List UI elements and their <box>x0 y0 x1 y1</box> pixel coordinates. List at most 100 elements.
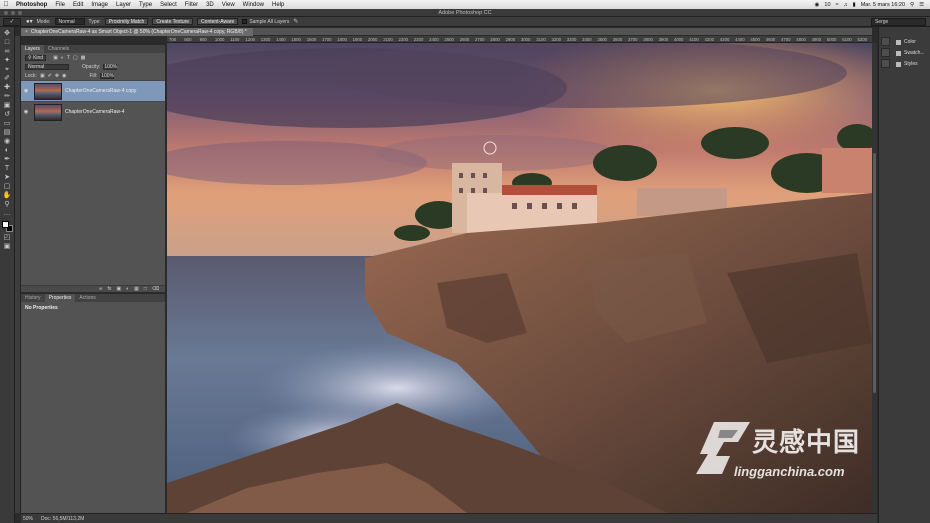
tool-preset-picker[interactable]: ✓ <box>3 18 21 26</box>
filter-type-icon[interactable]: T <box>67 55 70 61</box>
move-tool-icon[interactable]: ✥ <box>2 29 13 38</box>
creative-cloud-icon[interactable]: ◉ <box>815 2 820 8</box>
foreground-color[interactable] <box>1 221 9 228</box>
new-group-icon[interactable]: ▦ <box>134 286 139 292</box>
delete-layer-icon[interactable]: ⌫ <box>152 286 159 292</box>
dock-item-color[interactable]: Color <box>896 38 925 46</box>
tab-channels[interactable]: Channels <box>44 45 73 53</box>
content-aware-button[interactable]: Content-Aware <box>197 18 239 25</box>
brush-size-icon[interactable]: ●▾ <box>26 18 33 25</box>
minimize-window-icon[interactable] <box>11 11 15 15</box>
screen-mode-icon[interactable]: ▣ <box>2 242 13 251</box>
horizontal-ruler[interactable]: 700 800 900 1000 1100 1200 1300 1400 1500 1600 170… <box>167 36 872 43</box>
mode-select[interactable]: Normal <box>54 18 85 25</box>
filter-smart-object-icon[interactable]: ▩ <box>81 55 86 61</box>
blur-tool-icon[interactable]: ◉ <box>2 137 13 146</box>
sample-all-layers-checkbox[interactable]: Sample All Layers <box>242 19 289 25</box>
menu-window[interactable]: Window <box>239 2 268 8</box>
create-texture-button[interactable]: Create Texture <box>152 18 194 25</box>
layer-name[interactable]: ChapterOneCameraRaw-4 copy <box>65 88 136 94</box>
filter-pixel-icon[interactable]: ▣ <box>53 55 58 61</box>
lock-position-icon[interactable]: ✥ <box>55 73 59 79</box>
marquee-tool-icon[interactable]: □ <box>2 38 13 47</box>
zoom-window-icon[interactable] <box>18 11 22 15</box>
filter-shape-icon[interactable]: ▢ <box>73 55 78 61</box>
shape-tool-icon[interactable]: ▢ <box>2 182 13 191</box>
dock-item-styles[interactable]: Styles <box>896 60 925 68</box>
proximity-match-button[interactable]: Proximity Match <box>104 18 149 25</box>
menu-type[interactable]: Type <box>135 2 156 8</box>
navigator-panel-icon[interactable] <box>881 59 890 68</box>
new-layer-icon[interactable]: □ <box>144 286 147 292</box>
link-layers-icon[interactable]: ∞ <box>99 286 103 292</box>
workspace-select[interactable]: Serge <box>871 18 926 26</box>
menu-help[interactable]: Help <box>268 2 288 8</box>
menu-3d[interactable]: 3D <box>202 2 218 8</box>
healing-brush-tool-icon[interactable]: ✚ <box>2 83 13 92</box>
tab-layers[interactable]: Layers <box>21 45 45 53</box>
gradient-tool-icon[interactable]: ▤ <box>2 128 13 137</box>
opacity-field[interactable]: 100% <box>103 63 118 70</box>
eye-icon[interactable]: ◉ <box>21 88 31 94</box>
apple-icon[interactable]:  <box>0 1 12 8</box>
brush-tool-icon[interactable]: ✏ <box>2 92 13 101</box>
doc-info[interactable]: Doc: 56,5M/113,2M <box>41 516 84 522</box>
close-window-icon[interactable] <box>4 11 8 15</box>
eyedropper-tool-icon[interactable]: ✐ <box>2 74 13 83</box>
menu-filter[interactable]: Filter <box>181 2 202 8</box>
more-tools-icon[interactable]: … <box>2 209 13 218</box>
layer-name[interactable]: ChapterOneCameraRaw-4 <box>65 109 124 115</box>
tab-properties[interactable]: Properties <box>44 294 76 302</box>
lock-transparent-icon[interactable]: ▣ <box>40 73 45 79</box>
menu-edit[interactable]: Edit <box>69 2 87 8</box>
spotlight-icon[interactable]: ⚲ <box>910 2 914 8</box>
layer-style-icon[interactable]: fx <box>108 286 112 292</box>
menu-select[interactable]: Select <box>156 2 181 8</box>
menu-file[interactable]: File <box>51 2 69 8</box>
close-tab-icon[interactable]: × <box>25 29 28 35</box>
crop-tool-icon[interactable]: ⌖ <box>2 65 13 74</box>
menu-layer[interactable]: Layer <box>112 2 135 8</box>
clone-stamp-tool-icon[interactable]: ▣ <box>2 101 13 110</box>
clock-text[interactable]: Mar. 5 mars 16:20 <box>861 2 905 8</box>
zoom-tool-icon[interactable]: ⚲ <box>2 200 13 209</box>
hand-tool-icon[interactable]: ✋ <box>2 191 13 200</box>
path-selection-tool-icon[interactable]: ➤ <box>2 173 13 182</box>
menu-view[interactable]: View <box>218 2 239 8</box>
wifi-icon[interactable]: ≈ <box>836 2 839 8</box>
color-swatches[interactable] <box>1 221 13 233</box>
blend-mode-select[interactable]: Normal <box>25 63 69 70</box>
layer-row[interactable]: ◉ ChapterOneCameraRaw-4 <box>21 101 165 122</box>
tab-history[interactable]: History <box>21 294 45 302</box>
battery-icon[interactable]: ▮ <box>853 2 856 8</box>
volume-icon[interactable]: ♫ <box>844 2 848 8</box>
menu-photoshop[interactable]: Photoshop <box>12 2 51 8</box>
add-mask-icon[interactable]: ▣ <box>116 286 121 292</box>
vertical-scroll-thumb[interactable] <box>873 153 876 393</box>
lasso-tool-icon[interactable]: ∞ <box>2 47 13 56</box>
type-tool-icon[interactable]: T <box>2 164 13 173</box>
adjustment-layer-icon[interactable]: ◐ <box>126 286 129 292</box>
document-tab[interactable]: × ChapterOneCameraRaw-4 as Smart Object-1… <box>21 28 253 36</box>
pressure-icon[interactable]: ✎ <box>293 18 298 25</box>
history-panel-icon[interactable] <box>881 37 890 46</box>
lock-all-icon[interactable]: ◉ <box>62 73 66 79</box>
notification-icon[interactable]: ☰ <box>919 2 924 8</box>
eraser-tool-icon[interactable]: ▭ <box>2 119 13 128</box>
fill-field[interactable]: 100% <box>100 72 115 79</box>
quick-mask-icon[interactable]: ◰ <box>2 233 13 242</box>
eye-icon[interactable]: ◉ <box>21 109 31 115</box>
dock-item-swatches[interactable]: Swatch... <box>896 49 925 57</box>
lock-pixels-icon[interactable]: ✐ <box>48 73 52 79</box>
menu-image[interactable]: Image <box>87 2 112 8</box>
filter-kind-select[interactable]: ⚲ Kind <box>25 54 47 61</box>
history-brush-tool-icon[interactable]: ↺ <box>2 110 13 119</box>
quick-selection-tool-icon[interactable]: ✦ <box>2 56 13 65</box>
pen-tool-icon[interactable]: ✒ <box>2 155 13 164</box>
zoom-level[interactable]: 50% <box>23 516 33 522</box>
tab-actions[interactable]: Actions <box>75 294 99 302</box>
layer-row[interactable]: ◉ ChapterOneCameraRaw-4 copy <box>21 80 165 101</box>
filter-adjustment-icon[interactable]: ◐ <box>61 55 64 61</box>
dodge-tool-icon[interactable]: ◐ <box>2 146 13 155</box>
info-panel-icon[interactable] <box>881 48 890 57</box>
